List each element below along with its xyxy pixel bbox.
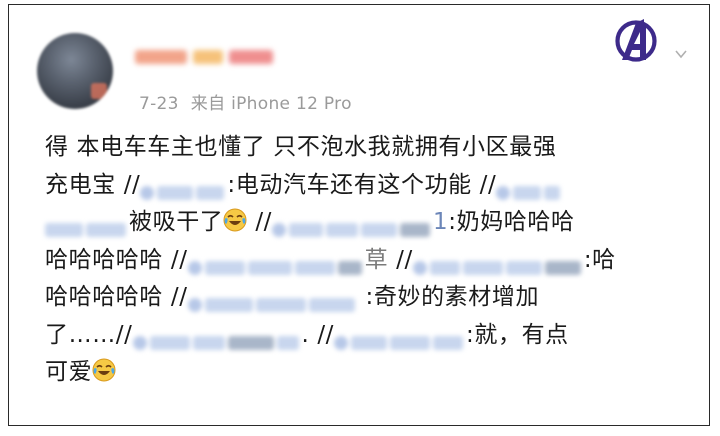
mention-blurred[interactable] [45,212,129,237]
mention-partial-text: 草 [364,246,389,273]
chevron-down-icon[interactable] [674,47,688,61]
post-text: :就，有点 [466,321,569,348]
mention-blurred[interactable] [187,249,365,275]
post-text: 了……// [45,321,133,348]
post-content: 得 本电车车主也懂了 只不泡水我就拥有小区最强 充电宝 // :电动汽车还有这个功能… [45,129,685,392]
post-text: :奶妈哈哈哈 [448,209,575,235]
mention-blurred[interactable] [187,287,358,312]
post-source: 来自 iPhone 12 Pro [190,94,352,114]
mention-blurred[interactable] [412,249,584,275]
mention-blurred[interactable] [140,174,227,200]
post-text: 可爱 [45,359,93,385]
laughing-crying-emoji-icon [92,358,116,381]
mention-partial-text: 1 [433,209,449,235]
post-text: :奇妙的素材增加 [357,284,540,310]
post-date: 7-23 [139,94,179,114]
post-text: 哈哈哈哈哈 // [45,246,188,273]
post-text: :电动汽车还有这个功能 // [227,171,497,198]
post-text: :哈 [583,246,616,273]
post-text: 哈哈哈哈哈 // [45,284,188,310]
mention-blurred[interactable] [272,212,433,237]
mention-blurred[interactable] [334,324,466,350]
post-text: 充电宝 // [45,171,141,198]
post-text: 得 本电车车主也懂了 只不泡水我就拥有小区最强 [45,134,557,160]
mention-blurred[interactable] [496,174,563,200]
avatar[interactable] [37,33,113,109]
post-meta: 7-23 来自 iPhone 12 Pro [139,89,352,114]
post-text: // [247,209,273,235]
username-blurred[interactable] [135,45,295,69]
post-text: 被吸干了 [129,209,224,235]
post-text: // [388,246,413,273]
laughing-crying-emoji-icon [223,208,247,231]
mention-blurred[interactable] [132,324,302,350]
weibo-post-card: 7-23 来自 iPhone 12 Pro 得 本电车车主也懂了 只不泡水我就拥有… [8,4,710,426]
avengers-logo-icon [615,19,657,62]
post-text: . // [301,321,335,348]
